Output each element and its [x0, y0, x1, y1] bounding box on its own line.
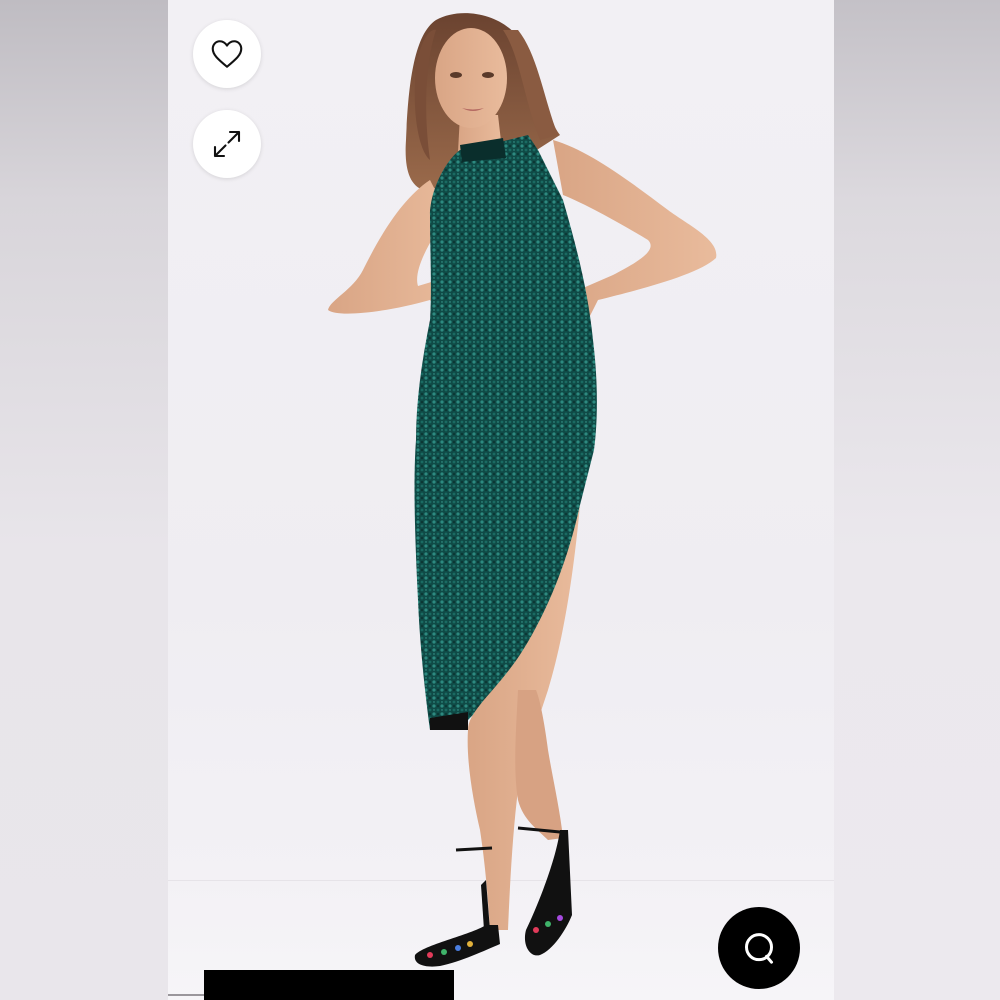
product-photo[interactable]: [168, 0, 834, 1000]
heart-outline-icon: [211, 40, 243, 68]
expand-arrows-icon: [213, 130, 241, 158]
model-in-sequin-dress-illustration: [328, 13, 717, 967]
blurred-backdrop-right: [834, 0, 1000, 1000]
chat-button[interactable]: [718, 907, 800, 989]
favorite-button[interactable]: [193, 20, 261, 88]
blurred-backdrop-left: [0, 0, 168, 1000]
divider: [168, 994, 204, 996]
chat-bubble-icon: [745, 933, 773, 964]
product-image-viewer: [0, 0, 1000, 1000]
expand-image-button[interactable]: [193, 110, 261, 178]
bottom-overlay-bar: [204, 970, 454, 1000]
